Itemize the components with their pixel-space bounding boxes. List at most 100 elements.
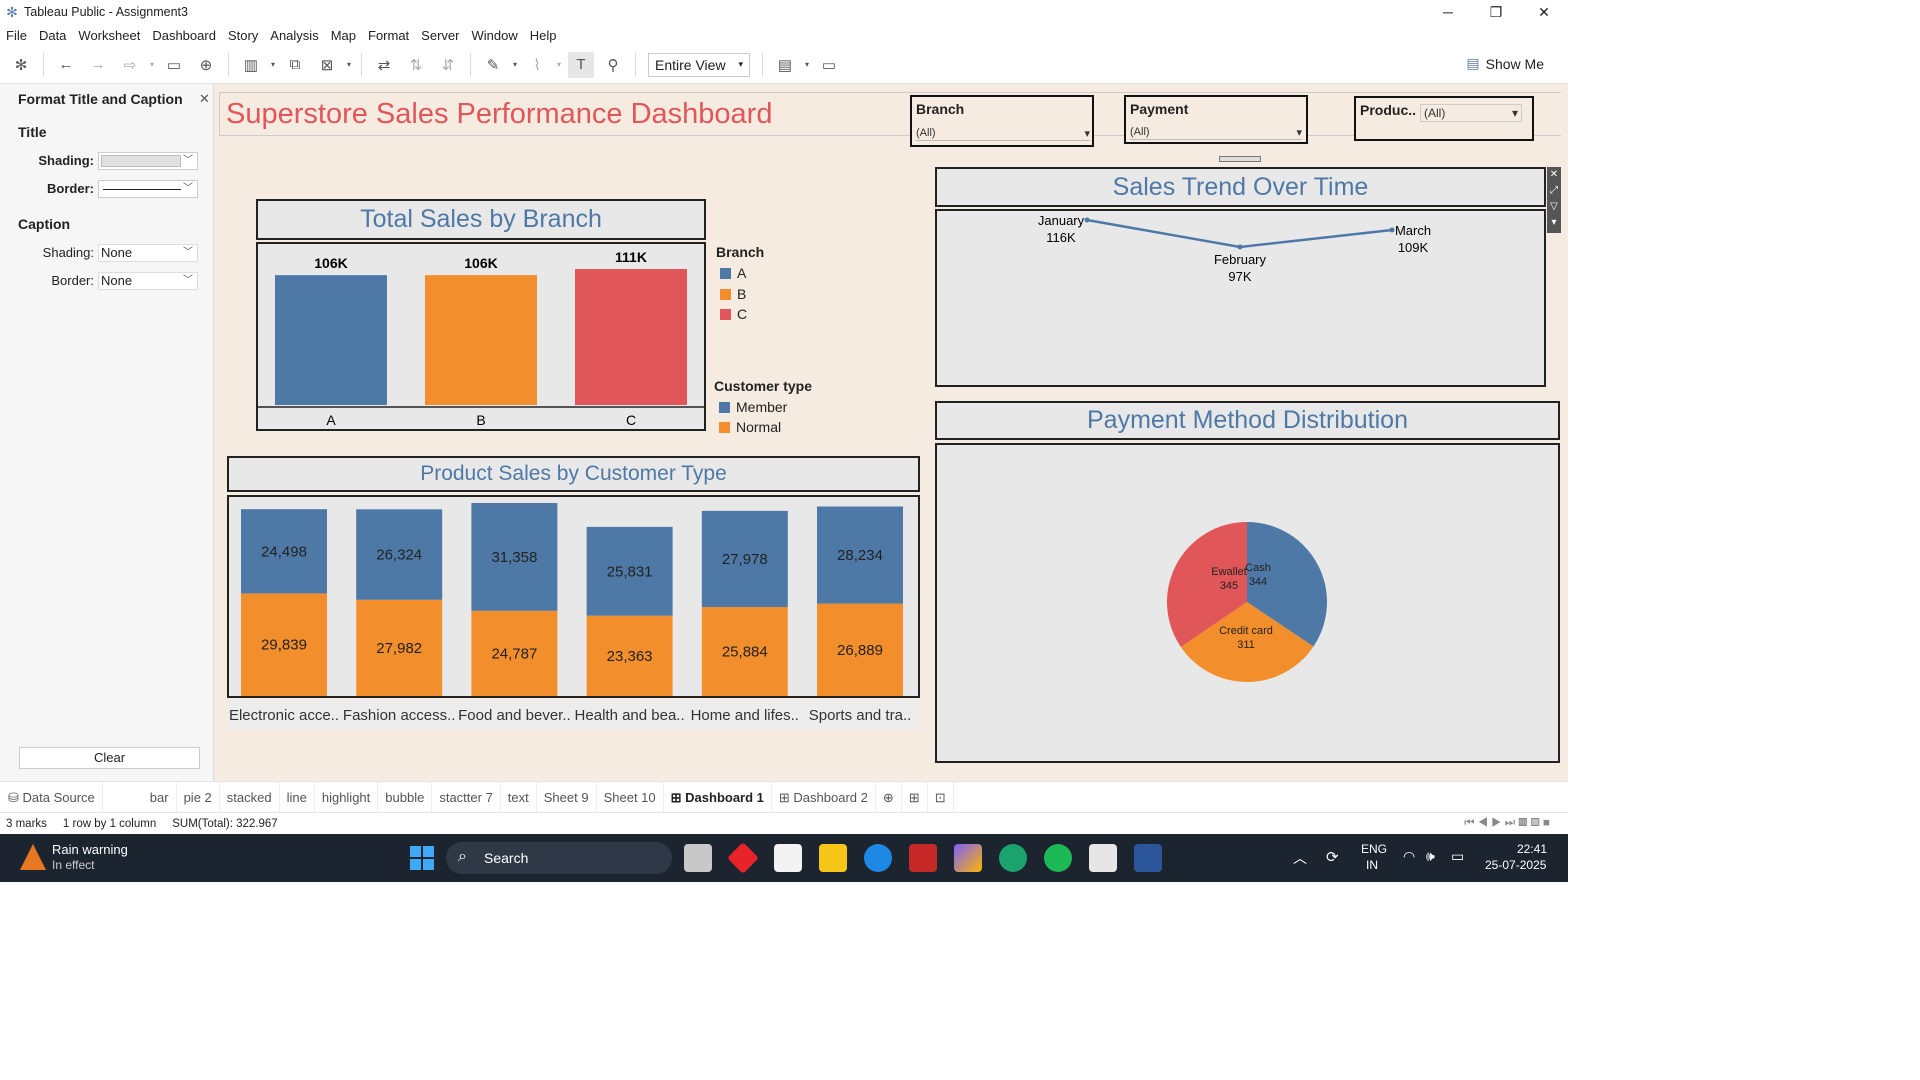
menu-analysis[interactable]: Analysis [264,28,324,43]
microsoft-store-icon[interactable] [774,844,802,872]
copilot-icon[interactable] [954,844,982,872]
fit-dropdown[interactable]: Entire View ▾ [648,52,750,77]
menu-help[interactable]: Help [524,28,563,43]
menu-map[interactable]: Map [325,28,362,43]
show-me-button[interactable]: ▤ Show Me [1466,55,1544,72]
clear-button[interactable]: Clear [19,747,200,769]
fix-axes-icon[interactable]: ⚲ [600,52,626,78]
clock-time[interactable]: 22:41 [1517,842,1547,856]
tab-bubble[interactable]: bubble [378,781,433,813]
mcafee-icon[interactable] [909,844,937,872]
title-border-select[interactable]: ﹀ [98,180,198,198]
taskbar-search[interactable]: ⌕ Search [446,842,672,874]
replay-dropdown-icon[interactable]: ▾ [147,52,157,78]
new-worksheet-icon[interactable]: ▥ [238,52,264,78]
new-dashboard-tab-icon[interactable]: ⊞ [902,781,928,813]
legend-item-member[interactable]: Member [719,399,787,415]
tab-text[interactable]: text [501,781,537,813]
tableau-home-icon[interactable]: ✻ [8,52,34,78]
file-explorer-icon[interactable] [819,844,847,872]
branch-filter[interactable]: Branch (All) ▾ [910,95,1094,147]
help-app-icon[interactable] [864,844,892,872]
payment-filter-select[interactable]: (All) ▾ [1130,126,1302,140]
show-cards-icon[interactable]: ▤ [772,52,798,78]
tab-pie-2[interactable]: pie 2 [177,781,220,813]
remove-icon[interactable]: ✕ [1547,167,1561,183]
trend-line[interactable] [1086,218,1393,249]
highlight-icon[interactable]: ✎ [480,52,506,78]
battery-icon[interactable]: ▭ [1451,848,1464,865]
show-cards-dropdown-icon[interactable]: ▾ [802,52,812,78]
save-icon[interactable]: ▭ [161,52,187,78]
go-to-sheet-icon[interactable]: ⤢ [1547,183,1561,199]
redo-icon[interactable]: → [85,52,111,78]
word-icon[interactable] [1134,844,1162,872]
edge-icon[interactable] [999,844,1027,872]
new-worksheet-dropdown-icon[interactable]: ▾ [268,52,278,78]
filter-icon[interactable]: ▽ [1547,199,1561,215]
menu-data[interactable]: Data [33,28,72,43]
volume-icon[interactable]: 🕪 [1426,848,1435,865]
close-icon[interactable]: ✕ [199,91,210,107]
tab-data-source[interactable]: ⛁ Data Source [0,781,103,813]
tab-stacked[interactable]: stacked [220,781,280,813]
new-worksheet-tab-icon[interactable]: ⊕ [876,781,902,813]
branch-bar[interactable] [275,275,387,405]
swap-rows-columns-icon[interactable]: ⇄ [371,52,397,78]
task-view-icon[interactable] [684,844,712,872]
tableau-taskbar-icon[interactable] [1089,844,1117,872]
tab-sheet-9[interactable]: Sheet 9 [537,781,597,813]
show-mark-labels-icon[interactable]: T [568,51,594,78]
minimize-button[interactable]: ─ [1424,0,1472,24]
new-story-tab-icon[interactable]: ⊡ [928,781,954,813]
menu-window[interactable]: Window [465,28,523,43]
clear-sheet-icon[interactable]: ⊠ [314,52,340,78]
product-filter[interactable]: Produc.. (All) ▾ [1354,96,1534,141]
legend-item-a[interactable]: A [720,265,746,281]
menu-worksheet[interactable]: Worksheet [72,28,146,43]
replay-icon[interactable]: ⇨ [117,52,143,78]
clear-sheet-dropdown-icon[interactable]: ▾ [344,52,354,78]
legend-item-normal[interactable]: Normal [719,419,781,435]
tab-line[interactable]: line [280,781,315,813]
sort-ascending-icon[interactable]: ⇅ [403,52,429,78]
tab-stactter-7[interactable]: stactter 7 [432,781,501,813]
branch-bar[interactable] [575,269,687,405]
legend-item-b[interactable]: B [720,286,746,302]
menu-file[interactable]: File [0,28,33,43]
menu-server[interactable]: Server [415,28,465,43]
language-code[interactable]: ENG [1361,842,1387,856]
undo-icon[interactable]: ← [53,52,79,78]
menu-dashboard[interactable]: Dashboard [146,28,222,43]
chevron-up-icon[interactable]: ︿ [1293,848,1307,868]
tab-bar[interactable]: bar [143,781,177,813]
weather-warning-icon[interactable] [20,844,46,870]
group-dropdown-icon[interactable]: ▾ [554,52,564,78]
spotify-icon[interactable] [1044,844,1072,872]
windows-start-icon[interactable] [410,846,434,870]
sort-descending-icon[interactable]: ⇵ [435,52,461,78]
app-red-diamond-icon[interactable] [727,842,759,874]
tab-sheet-10[interactable]: Sheet 10 [597,781,664,813]
sync-icon[interactable]: ⟳ [1326,848,1339,866]
menu-story[interactable]: Story [222,28,264,43]
tab-dashboard-1[interactable]: ⊞ Dashboard 1 [663,781,772,813]
trend-point[interactable] [1084,217,1090,223]
product-filter-select[interactable]: (All) ▾ [1420,104,1522,122]
title-shading-select[interactable]: ﹀ [98,152,198,170]
branch-bar[interactable] [425,275,537,405]
payment-filter[interactable]: Payment (All) ▾ [1124,95,1308,144]
more-options-icon[interactable]: ▾ [1547,215,1561,231]
trend-point[interactable] [1237,244,1243,250]
tab-highlight[interactable]: highlight [315,781,379,813]
status-nav-icons[interactable]: ⏮ ◀ ▶ ⏭ ▦ ▤ ■ [1464,817,1550,830]
caption-shading-select[interactable]: None ﹀ [98,244,198,262]
legend-item-c[interactable]: C [720,306,747,322]
group-members-icon[interactable]: ⌇ [524,52,550,78]
highlight-dropdown-icon[interactable]: ▾ [510,52,520,78]
tab-dashboard-2[interactable]: ⊞ Dashboard 2 [772,781,876,813]
menu-format[interactable]: Format [362,28,415,43]
close-button[interactable]: ✕ [1520,0,1568,24]
new-data-source-icon[interactable]: ⊕ [193,52,219,78]
caption-border-select[interactable]: None ﹀ [98,272,198,290]
